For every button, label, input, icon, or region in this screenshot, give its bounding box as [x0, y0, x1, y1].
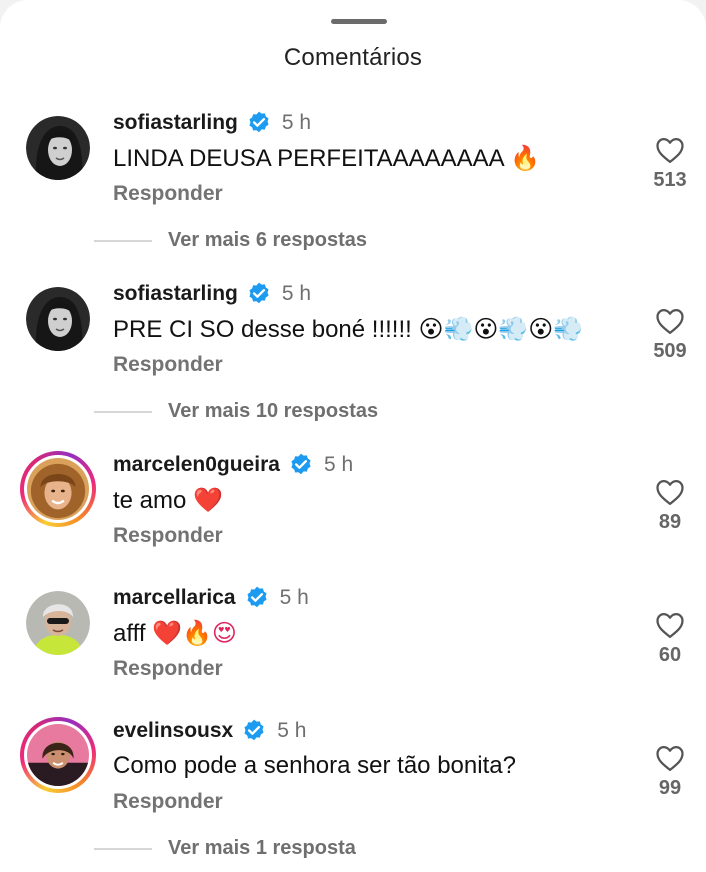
reply-button[interactable]: Responder: [113, 524, 223, 548]
comments-sheet: Comentários sofiastarling 5 h LINDA DEUS…: [0, 0, 706, 872]
heart-outline-icon: [656, 746, 684, 771]
comment-text-body: LINDA DEUSA PERFEITAAAAAAAA: [113, 145, 504, 172]
divider: [94, 410, 152, 413]
view-more-replies[interactable]: Ver mais 6 respostas: [94, 229, 367, 252]
view-more-label[interactable]: Ver mais 1 resposta: [168, 837, 356, 860]
comment-text-body: te amo: [113, 487, 187, 514]
heart-outline-icon: [656, 309, 684, 334]
heart-outline-icon: [656, 138, 684, 163]
comment-emojis: ❤️🔥😍: [152, 619, 237, 647]
comment-username[interactable]: evelinsousx: [113, 719, 233, 743]
comment-time: 5 h: [277, 719, 307, 742]
comment-text-body: Como pode a senhora ser tão bonita?: [113, 752, 516, 779]
avatar-with-story-ring[interactable]: [20, 451, 96, 527]
avatar-image: [26, 287, 90, 351]
view-more-replies[interactable]: Ver mais 1 resposta: [94, 837, 356, 860]
view-more-label[interactable]: Ver mais 10 respostas: [168, 400, 378, 423]
like-count: 513: [653, 169, 687, 191]
like-button[interactable]: 99: [640, 744, 700, 800]
comment-emojis: ❤️: [193, 486, 223, 514]
like-button[interactable]: 513: [640, 136, 700, 192]
sheet-title: Comentários: [283, 44, 423, 71]
like-button[interactable]: 89: [640, 478, 700, 534]
avatar-image: [26, 591, 90, 655]
verified-badge-icon: [249, 111, 269, 133]
comment-text: afff ❤️🔥😍: [113, 619, 237, 648]
comment-item: sofiastarling 5 h LINDA DEUSA PERFEITAAA…: [0, 111, 706, 246]
comment-time: 5 h: [281, 111, 312, 134]
verified-badge-icon: [247, 586, 267, 608]
comment-time: 5 h: [279, 586, 309, 609]
verified-badge-icon: [249, 282, 269, 304]
comment-item: marcellarica 5 h afff ❤️🔥😍 Responder 60: [0, 586, 706, 721]
view-more-replies[interactable]: Ver mais 10 respostas: [94, 400, 378, 423]
avatar-with-story-ring[interactable]: [20, 717, 96, 793]
comment-username[interactable]: sofiastarling: [113, 111, 238, 135]
heart-outline-icon: [656, 480, 684, 505]
comment-emojis: 😮💨😮💨😮💨: [418, 315, 584, 343]
like-count: 89: [658, 511, 682, 533]
view-more-label[interactable]: Ver mais 6 respostas: [168, 229, 367, 252]
comment-text-body: afff: [113, 620, 146, 647]
comment-username[interactable]: marcelen0gueira: [113, 453, 280, 477]
like-count: 60: [658, 644, 682, 666]
comment-item: evelinsousx 5 h Como pode a senhora ser …: [0, 717, 706, 854]
reply-button[interactable]: Responder: [113, 182, 223, 206]
avatar[interactable]: [26, 287, 90, 351]
comment-item: sofiastarling 5 h PRE CI SO desse boné !…: [0, 282, 706, 417]
comment-time: 5 h: [281, 282, 312, 305]
comment-text: PRE CI SO desse boné !!!!!! 😮💨😮💨😮💨: [113, 315, 583, 344]
drag-handle[interactable]: [331, 19, 387, 24]
heart-outline-icon: [656, 613, 684, 638]
comment-username[interactable]: sofiastarling: [113, 282, 238, 306]
avatar-image: [27, 458, 89, 520]
divider: [94, 239, 152, 242]
avatar-image: [27, 724, 89, 786]
comment-text: LINDA DEUSA PERFEITAAAAAAAA 🔥: [113, 144, 540, 173]
divider: [94, 847, 152, 850]
comment-text: te amo ❤️: [113, 486, 223, 515]
comment-item: marcelen0gueira 5 h te amo ❤️ Responder …: [0, 451, 706, 588]
avatar[interactable]: [26, 116, 90, 180]
like-count: 509: [653, 340, 687, 362]
comment-text: Como pode a senhora ser tão bonita?: [113, 752, 516, 780]
avatar[interactable]: [26, 591, 90, 655]
reply-button[interactable]: Responder: [113, 657, 223, 681]
comment-emojis: 🔥: [510, 144, 540, 172]
verified-badge-icon: [291, 453, 311, 475]
like-count: 99: [658, 777, 682, 799]
like-button[interactable]: 60: [640, 611, 700, 667]
reply-button[interactable]: Responder: [113, 353, 223, 377]
comment-time: 5 h: [323, 453, 354, 476]
comment-text-body: PRE CI SO desse boné !!!!!!: [113, 316, 412, 343]
reply-button[interactable]: Responder: [113, 790, 223, 814]
like-button[interactable]: 509: [640, 307, 700, 363]
verified-badge-icon: [244, 719, 264, 741]
avatar-image: [26, 116, 90, 180]
comment-username[interactable]: marcellarica: [113, 586, 236, 610]
